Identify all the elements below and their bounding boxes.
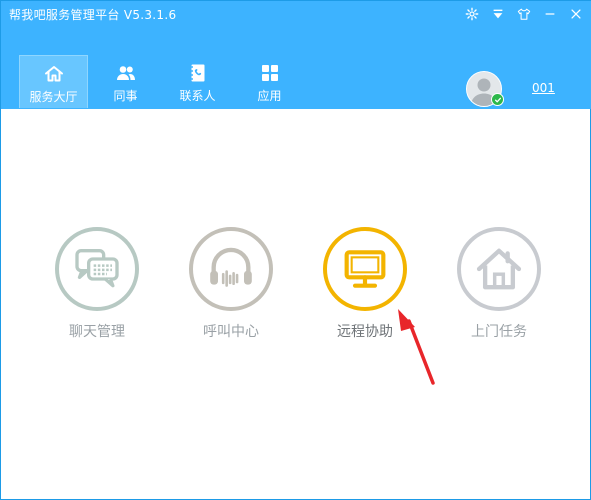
- tab-apps[interactable]: 应用: [235, 55, 304, 108]
- tab-label: 服务大厅: [29, 90, 78, 104]
- headset-icon: [210, 247, 252, 287]
- username-link[interactable]: 001: [532, 81, 555, 95]
- window-title: 帮我吧服务管理平台 V5.3.1.6: [9, 8, 177, 22]
- main-nav: 服务大厅 同事 联系人 应用: [19, 55, 307, 108]
- tab-contacts[interactable]: 联系人: [163, 55, 232, 108]
- window-controls: [464, 5, 584, 23]
- monitor-icon: [344, 250, 386, 288]
- close-icon[interactable]: [568, 5, 584, 23]
- online-status-icon: [491, 93, 504, 106]
- contacts-icon: [188, 63, 208, 83]
- skin-shirt-icon[interactable]: [516, 5, 532, 23]
- tab-service-hall[interactable]: 服务大厅: [19, 55, 88, 108]
- chat-icon: [75, 249, 119, 288]
- home-icon: [44, 64, 64, 84]
- feature-circle: [189, 227, 273, 311]
- tab-label: 应用: [257, 89, 282, 103]
- feature-circle: [55, 227, 139, 311]
- colleagues-icon: [116, 63, 136, 83]
- feature-chat-management[interactable]: 聊天管理: [49, 227, 145, 341]
- apps-icon: [260, 63, 280, 83]
- minimize-icon[interactable]: [542, 5, 558, 23]
- dropdown-menu-icon[interactable]: [490, 5, 506, 23]
- settings-gear-icon[interactable]: [464, 5, 480, 23]
- app-window: 帮我吧服务管理平台 V5.3.1.6 服务大厅 同事 联系人 应用 001 聊天…: [0, 0, 591, 500]
- red-arrow-annotation-icon: [398, 309, 435, 385]
- header-bar: 帮我吧服务管理平台 V5.3.1.6 服务大厅 同事 联系人 应用 001: [1, 1, 591, 109]
- feature-label: 聊天管理: [69, 324, 125, 340]
- feature-call-center[interactable]: 呼叫中心: [183, 227, 279, 341]
- tab-label: 同事: [113, 89, 138, 103]
- feature-circle: [457, 227, 541, 311]
- feature-onsite-task[interactable]: 上门任务: [451, 227, 547, 341]
- tab-label: 联系人: [179, 89, 216, 103]
- feature-label: 上门任务: [471, 324, 527, 340]
- tab-colleagues[interactable]: 同事: [91, 55, 160, 108]
- feature-label: 呼叫中心: [203, 324, 259, 340]
- house-icon: [476, 248, 522, 290]
